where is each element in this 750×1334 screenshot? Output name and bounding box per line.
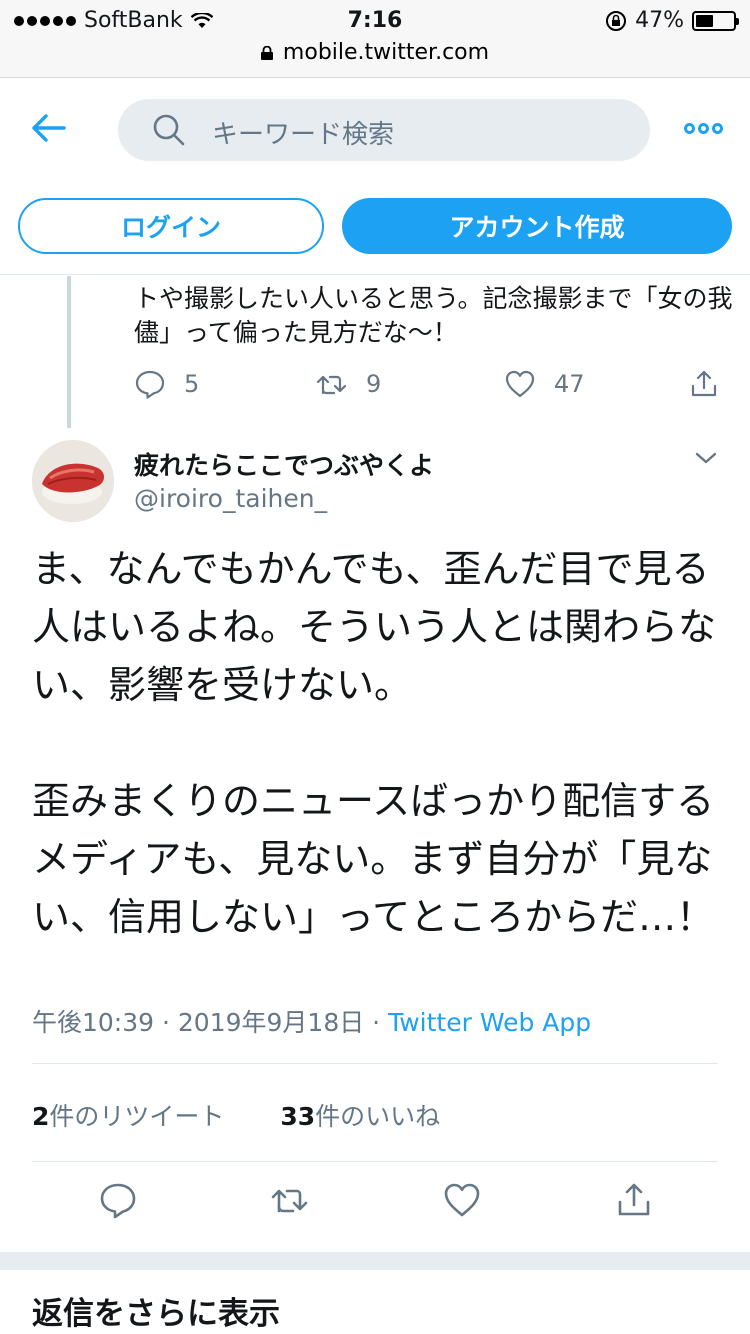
search-icon (153, 114, 185, 146)
share-icon[interactable] (614, 1180, 654, 1220)
status-right: 47% (605, 8, 739, 33)
divider (32, 1063, 718, 1064)
url-bar[interactable]: mobile.twitter.com (0, 40, 750, 78)
retweet-label: 件のリツイート (49, 1102, 225, 1131)
signup-button[interactable]: アカウント作成 (342, 198, 732, 254)
author-name[interactable]: 疲れたらここでつぶやくよ (134, 446, 434, 482)
share-icon (691, 370, 717, 397)
prev-retweet-button[interactable]: 9 (316, 368, 381, 400)
divider (32, 1161, 718, 1162)
prev-retweet-count: 9 (366, 370, 382, 398)
back-arrow-icon[interactable] (30, 113, 66, 143)
twitter-header: キーワード検索 ログイン アカウント作成 (0, 79, 750, 275)
thread-line (67, 276, 71, 428)
login-button[interactable]: ログイン (18, 198, 324, 254)
url-text: mobile.twitter.com (282, 40, 490, 65)
more-options-icon[interactable] (684, 123, 723, 134)
like-icon (505, 370, 535, 398)
tweet-actions (0, 1180, 750, 1236)
prev-tweet-text: トや撮影したい人いると思う。記念撮影まで「女の我儘」って偏った見方だな〜！ (134, 284, 733, 347)
retweet-icon[interactable] (270, 1180, 310, 1220)
tweet-meta: 午後10:39 · 2019年9月18日 · Twitter Web App (32, 1003, 591, 1039)
more-replies-link[interactable]: 返信をさらに表示 (32, 1288, 280, 1333)
section-gap (0, 1252, 750, 1270)
prev-like-count: 47 (554, 370, 585, 398)
tweet-stats: 2件のリツイート 33件のいいね (32, 1097, 440, 1133)
avatar[interactable] (32, 440, 114, 522)
like-label: 件のいいね (315, 1102, 441, 1131)
search-placeholder: キーワード検索 (212, 120, 395, 150)
status-bar: SoftBank 7:16 47% (0, 0, 750, 40)
retweet-stat[interactable]: 2件のリツイート (32, 1102, 224, 1131)
battery-icon (692, 10, 739, 31)
author-handle[interactable]: @iroiro_taihen_ (134, 484, 327, 513)
tweet-timestamp: 午後10:39 · 2019年9月18日 · (32, 1008, 389, 1037)
reply-icon (135, 370, 165, 399)
search-input[interactable]: キーワード検索 (118, 99, 650, 161)
prev-tweet-actions: 5 9 47 (134, 368, 724, 408)
like-icon[interactable] (442, 1180, 482, 1220)
battery-fill (696, 14, 713, 27)
chevron-down-icon[interactable] (694, 450, 718, 466)
reply-icon[interactable] (98, 1180, 138, 1220)
prev-share-button[interactable] (688, 368, 720, 400)
retweet-count: 2 (32, 1102, 50, 1131)
retweet-icon (316, 375, 347, 395)
tweet-text: ま、なんでもかんでも、歪んだ目で見る人はいるよね。そういう人とは関わらない、影響… (32, 547, 717, 939)
like-count: 33 (280, 1102, 316, 1131)
like-stat[interactable]: 33件のいいね (280, 1102, 440, 1131)
tweet-source-link[interactable]: Twitter Web App (388, 1008, 591, 1037)
orientation-lock-icon (606, 10, 627, 31)
prev-reply-count: 5 (184, 370, 200, 398)
lock-icon (260, 46, 273, 60)
avatar-image (32, 440, 114, 522)
prev-like-button[interactable]: 47 (504, 368, 585, 400)
battery-percent: 47% (635, 8, 684, 33)
prev-reply-button[interactable]: 5 (134, 368, 199, 400)
